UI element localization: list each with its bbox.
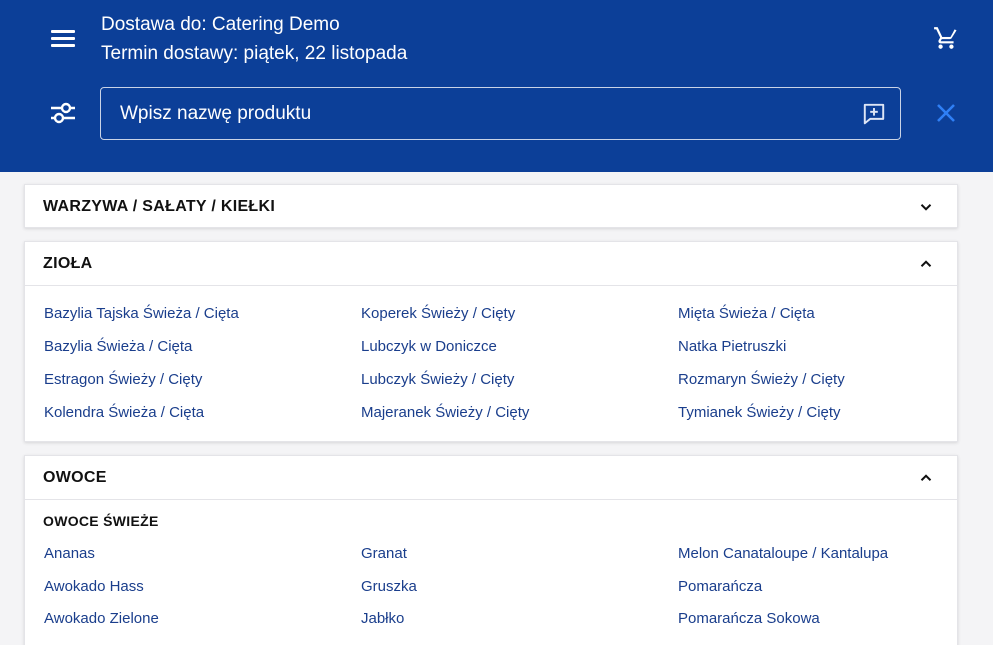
product-link[interactable]: Tymianek Świeży / Cięty	[678, 404, 841, 421]
divider	[25, 499, 957, 500]
section-title: ZIOŁA	[43, 255, 93, 272]
product-link[interactable]: Rozmaryn Świeży / Cięty	[678, 371, 845, 388]
product-link[interactable]: Gruszka	[361, 578, 417, 595]
chevron-up-icon	[920, 260, 932, 267]
product-link[interactable]: Granat	[361, 545, 407, 562]
product-link[interactable]: Ananas	[44, 545, 95, 562]
product-link[interactable]: Natka Pietruszki	[678, 338, 786, 355]
delivery-address[interactable]: Dostawa do: Catering Demo	[101, 13, 340, 37]
product-link[interactable]: Lubczyk w Doniczce	[361, 338, 497, 355]
section-title: OWOCE	[43, 469, 107, 486]
product-link[interactable]: Estragon Świeży / Cięty	[44, 371, 202, 388]
section-header[interactable]: WARZYWA / SAŁATY / KIEŁKI	[25, 185, 957, 228]
product-link[interactable]: Jabłko	[361, 610, 404, 627]
delivery-date[interactable]: Termin dostawy: piątek, 22 listopada	[101, 42, 407, 66]
product-link[interactable]: Mięta Świeża / Cięta	[678, 305, 815, 322]
section-owoce: OWOCE OWOCE ŚWIEŻE Ananas Awokado Hass A…	[24, 455, 958, 645]
product-link[interactable]: Koperek Świeży / Cięty	[361, 305, 515, 322]
subsection-title: OWOCE ŚWIEŻE	[43, 513, 159, 529]
section-header[interactable]: ZIOŁA	[25, 242, 957, 285]
chevron-down-icon	[920, 204, 932, 211]
product-link[interactable]: Awokado Zielone	[44, 610, 159, 627]
divider	[25, 285, 957, 286]
cart-icon[interactable]	[933, 25, 959, 51]
section-warzywa: WARZYWA / SAŁATY / KIEŁKI	[24, 184, 958, 228]
section-title: WARZYWA / SAŁATY / KIEŁKI	[43, 198, 276, 215]
product-link[interactable]: Bazylia Tajska Świeża / Cięta	[44, 305, 239, 322]
product-link[interactable]: Melon Canataloupe / Kantalupa	[678, 545, 888, 562]
product-link[interactable]: Kolendra Świeża / Cięta	[44, 404, 204, 421]
product-link[interactable]: Awokado Hass	[44, 578, 144, 595]
chevron-up-icon	[920, 474, 932, 481]
product-link[interactable]: Bazylia Świeża / Cięta	[44, 338, 192, 355]
app-header: Dostawa do: Catering Demo Termin dostawy…	[0, 0, 993, 172]
product-link[interactable]: Majeranek Świeży / Cięty	[361, 404, 529, 421]
close-icon[interactable]	[934, 101, 958, 125]
search-input[interactable]	[120, 101, 840, 127]
section-ziola: ZIOŁA Bazylia Tajska Świeża / Cięta Bazy…	[24, 241, 958, 442]
feedback-icon[interactable]	[861, 101, 887, 127]
product-link[interactable]: Pomarańcza	[678, 578, 762, 595]
search-field	[100, 87, 901, 140]
product-link[interactable]: Lubczyk Świeży / Cięty	[361, 371, 514, 388]
section-header[interactable]: OWOCE	[25, 456, 957, 499]
filter-icon[interactable]	[49, 99, 77, 127]
menu-icon[interactable]	[48, 24, 78, 54]
product-link[interactable]: Pomarańcza Sokowa	[678, 610, 820, 627]
